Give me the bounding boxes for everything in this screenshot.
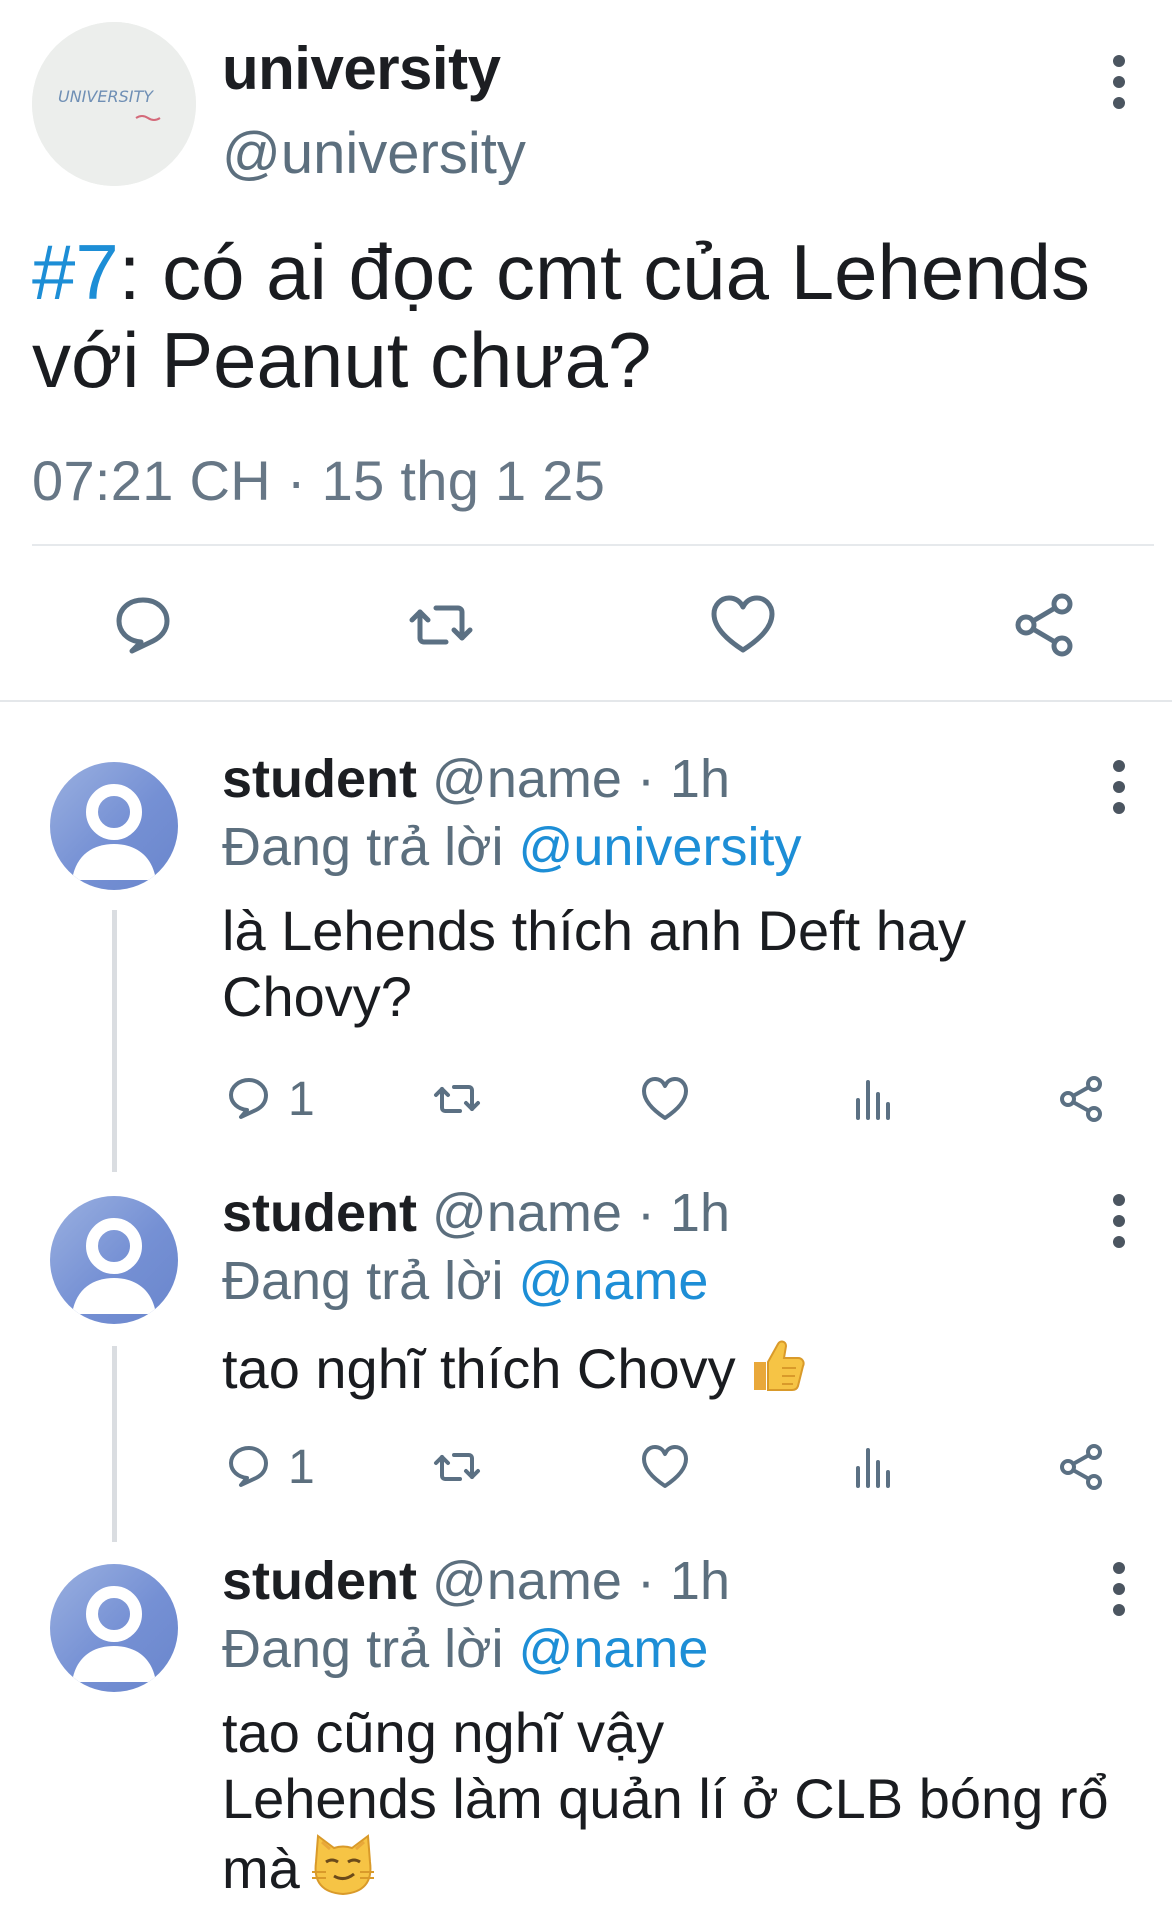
- tweet-text: #7: có ai đọc cmt của Lehends với Peanut…: [32, 228, 1152, 404]
- reply-text: tao nghĩ thích Chovy: [222, 1334, 1142, 1402]
- reply-line: mà: [222, 1837, 300, 1900]
- reply-line: là Lehends thích anh Deft hay: [222, 899, 967, 962]
- mention-link[interactable]: @name: [519, 1619, 709, 1679]
- thread-line: [112, 1346, 117, 1542]
- replying-to: Đang trả lời @name: [222, 1618, 708, 1680]
- reply-text: là Lehends thích anh Deft hay Chovy?: [222, 898, 1142, 1030]
- analytics-icon[interactable]: [848, 1442, 898, 1492]
- reply-line: Chovy?: [222, 965, 412, 1028]
- reply-icon[interactable]: [224, 1442, 274, 1492]
- reply-author-name[interactable]: student: [222, 749, 417, 809]
- reply-line: tao nghĩ thích Chovy: [222, 1337, 736, 1400]
- reply-author-name[interactable]: student: [222, 1551, 417, 1611]
- smirking-cat-icon: [308, 1832, 378, 1898]
- avatar[interactable]: [50, 1196, 178, 1324]
- thread-line: [112, 910, 117, 1172]
- like-icon[interactable]: [708, 590, 778, 660]
- analytics-icon[interactable]: [848, 1074, 898, 1124]
- share-icon[interactable]: [1010, 590, 1080, 660]
- author-handle[interactable]: @university: [222, 120, 526, 187]
- replying-prefix: Đang trả lời: [222, 817, 504, 877]
- reply-header: student @name · 1h: [222, 748, 730, 810]
- more-options-icon[interactable]: [1112, 1194, 1126, 1257]
- author-name[interactable]: university: [222, 34, 501, 103]
- avatar-logo-text: UNIVERSITY: [58, 87, 154, 106]
- avatar[interactable]: [50, 1564, 178, 1692]
- replying-to: Đang trả lời @university: [222, 816, 801, 878]
- retweet-icon[interactable]: [432, 1442, 482, 1492]
- university-avatar[interactable]: UNIVERSITY: [32, 22, 196, 186]
- divider: [32, 544, 1154, 546]
- reply-icon[interactable]: [108, 590, 178, 660]
- reply-icon[interactable]: [224, 1074, 274, 1124]
- tweet-timestamp[interactable]: 07:21 CH · 15 thg 1 25: [32, 448, 605, 513]
- reply-count: 1: [288, 1073, 315, 1126]
- like-icon[interactable]: [640, 1074, 690, 1124]
- reply-time: · 1h: [636, 749, 730, 809]
- replying-prefix: Đang trả lời: [222, 1619, 504, 1679]
- thumbs-up-icon: [746, 1334, 808, 1396]
- reply-time: · 1h: [636, 1183, 730, 1243]
- reply-count: 1: [288, 1441, 315, 1494]
- share-icon[interactable]: [1056, 1074, 1106, 1124]
- reply-author-handle[interactable]: @name: [432, 1551, 622, 1611]
- replying-to: Đang trả lời @name: [222, 1250, 708, 1312]
- reply-author-handle[interactable]: @name: [432, 1183, 622, 1243]
- reply-line-with-emoji: mà: [222, 1832, 1142, 1902]
- reply-header: student @name · 1h: [222, 1182, 730, 1244]
- hashtag-link[interactable]: #7: [32, 228, 119, 316]
- replying-prefix: Đang trả lời: [222, 1251, 504, 1311]
- avatar[interactable]: [50, 762, 178, 890]
- reply-line: tao cũng nghĩ vậy: [222, 1701, 665, 1764]
- more-options-icon[interactable]: [1112, 1562, 1126, 1625]
- reply-header: student @name · 1h: [222, 1550, 730, 1612]
- mention-link[interactable]: @name: [519, 1251, 709, 1311]
- reply-author-name[interactable]: student: [222, 1183, 417, 1243]
- reply-text: tao cũng nghĩ vậy Lehends làm quản lí ở …: [222, 1700, 1142, 1902]
- like-icon[interactable]: [640, 1442, 690, 1492]
- retweet-icon[interactable]: [406, 590, 476, 660]
- tweet-body: : có ai đọc cmt của Lehends với Peanut c…: [32, 228, 1090, 404]
- retweet-icon[interactable]: [432, 1074, 482, 1124]
- section-divider: [0, 700, 1172, 702]
- reply-line: Lehends làm quản lí ở CLB bóng rổ: [222, 1767, 1109, 1830]
- reply-author-handle[interactable]: @name: [432, 749, 622, 809]
- reply-time: · 1h: [636, 1551, 730, 1611]
- share-icon[interactable]: [1056, 1442, 1106, 1492]
- mention-link[interactable]: @university: [519, 817, 802, 877]
- more-options-icon[interactable]: [1112, 760, 1126, 823]
- more-options-icon[interactable]: [1112, 55, 1126, 118]
